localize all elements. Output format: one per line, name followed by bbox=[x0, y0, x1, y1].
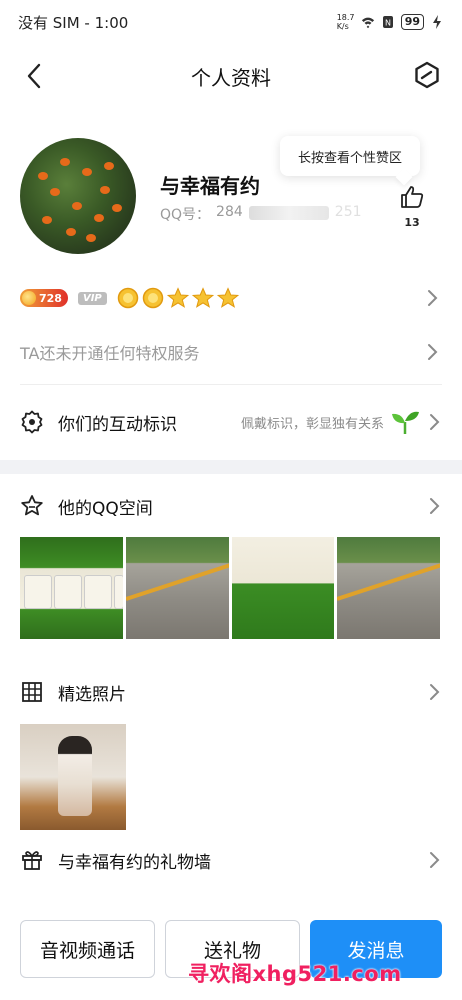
interaction-hint: 佩戴标识，彰显独有关系 bbox=[240, 416, 384, 432]
level-value: 728 bbox=[39, 291, 62, 305]
net-speed: 18.7 K/s bbox=[336, 13, 355, 31]
gift-icon bbox=[22, 851, 42, 870]
wifi-icon bbox=[361, 17, 374, 29]
like-tooltip: 长按查看个性赞区 bbox=[280, 136, 420, 176]
thumbs-up-icon bbox=[401, 186, 424, 208]
back-arrow-icon[interactable] bbox=[22, 62, 50, 90]
edit-profile-icon[interactable] bbox=[412, 60, 442, 90]
avatar[interactable] bbox=[20, 138, 136, 254]
qzone-photos bbox=[20, 537, 440, 639]
section-gap bbox=[0, 460, 462, 474]
badge-row[interactable]: 728 VIP bbox=[20, 286, 442, 310]
qzone-label: 他的QQ空间 bbox=[58, 498, 153, 519]
top-nav: 个人资料 bbox=[0, 48, 462, 104]
star-icon bbox=[166, 287, 189, 308]
interaction-mark-row[interactable]: 你们的互动标识 佩戴标识，彰显独有关系 bbox=[20, 406, 442, 438]
qq-number-blur bbox=[248, 206, 329, 220]
coin-icon bbox=[22, 291, 36, 305]
star-outline-icon bbox=[21, 495, 43, 516]
chevron-right-icon[interactable] bbox=[428, 682, 442, 702]
qq-number-tail: 251 bbox=[334, 204, 362, 220]
chevron-right-icon[interactable] bbox=[428, 412, 442, 432]
featured-photo[interactable] bbox=[20, 724, 126, 830]
qzone-row[interactable]: 他的QQ空间 bbox=[20, 492, 442, 520]
chevron-right-icon[interactable] bbox=[426, 288, 440, 308]
qq-label: QQ号： bbox=[160, 207, 211, 223]
star-icon bbox=[191, 287, 214, 308]
featured-photos-row[interactable]: 精选照片 bbox=[20, 678, 442, 706]
svg-text:N: N bbox=[385, 19, 391, 28]
gift-wall-label: 与幸福有约的礼物墙 bbox=[58, 852, 211, 873]
like-count: 13 bbox=[404, 216, 420, 229]
page-title: 个人资料 bbox=[191, 65, 271, 90]
like-tooltip-text: 长按查看个性赞区 bbox=[297, 150, 402, 166]
privilege-text[interactable]: TA还未开通任何特权服务 bbox=[20, 340, 199, 364]
divider bbox=[20, 384, 442, 385]
chevron-right-icon[interactable] bbox=[428, 496, 442, 516]
sprout-icon bbox=[392, 411, 419, 434]
chevron-right-icon[interactable] bbox=[428, 850, 442, 870]
qq-number-line: QQ号： 284 251 bbox=[160, 204, 362, 224]
vip-badge: VIP bbox=[77, 291, 107, 305]
qzone-photo[interactable] bbox=[231, 537, 335, 639]
battery-level: 99 bbox=[400, 14, 424, 30]
watermark: 寻欢阁xhg521.com bbox=[188, 962, 402, 986]
status-bar: 没有 SIM - 1:00 18.7 K/s N 99 bbox=[0, 0, 462, 44]
crown-icon bbox=[142, 287, 164, 309]
chevron-right-icon[interactable] bbox=[426, 342, 440, 362]
charging-icon bbox=[433, 15, 441, 29]
like-button[interactable]: 13 bbox=[398, 184, 426, 230]
interaction-label: 你们的互动标识 bbox=[58, 414, 177, 435]
status-icons: 18.7 K/s N 99 bbox=[337, 13, 444, 31]
qzone-photo[interactable] bbox=[337, 537, 440, 639]
qzone-photo[interactable] bbox=[125, 537, 229, 639]
carrier-time: 没有 SIM - 1:00 bbox=[18, 13, 129, 32]
level-badge: 728 bbox=[20, 289, 68, 307]
qzone-photo[interactable] bbox=[20, 537, 123, 639]
nfc-icon: N bbox=[382, 16, 393, 28]
featured-photos-label: 精选照片 bbox=[58, 684, 126, 705]
qq-level-icons bbox=[117, 287, 239, 309]
star-icon bbox=[216, 287, 239, 308]
crown-icon bbox=[117, 287, 139, 309]
gear-badge-icon bbox=[21, 410, 43, 434]
qq-number-visible: 284 bbox=[216, 204, 243, 220]
video-call-button[interactable]: 音视频通话 bbox=[20, 920, 155, 978]
gift-wall-row[interactable]: 与幸福有约的礼物墙 bbox=[20, 846, 442, 874]
grid-icon bbox=[22, 682, 42, 702]
profile-name: 与幸福有约 bbox=[160, 174, 260, 198]
